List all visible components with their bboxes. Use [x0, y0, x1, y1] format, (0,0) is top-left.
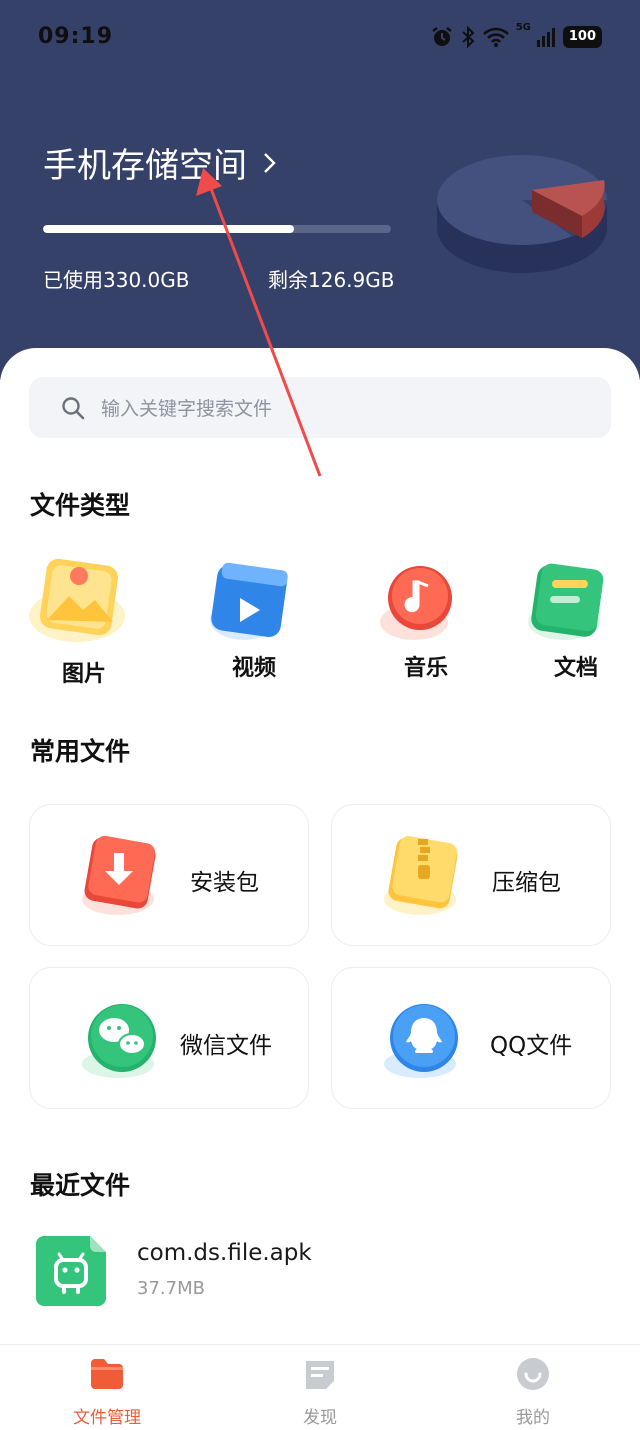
install-package-icon [82, 835, 156, 915]
network-type: 5G [515, 22, 531, 33]
card-label: 压缩包 [492, 870, 561, 896]
storage-title: 手机存储空间 [43, 146, 247, 186]
card-label: 微信文件 [180, 1033, 272, 1059]
wifi-icon [482, 27, 509, 47]
discover-icon [306, 1361, 334, 1389]
bluetooth-icon [462, 25, 475, 49]
storage-progress-bar [43, 225, 391, 233]
used-storage-text: 已使用330.0GB [43, 268, 190, 292]
status-bar: 09:19 5G 100 [0, 0, 640, 76]
storage-title-link[interactable]: 手机存储空间 [43, 138, 277, 187]
recent-file-size: 37.7MB [137, 1278, 205, 1299]
storage-progress-fill [43, 225, 294, 233]
bottom-tab-bar: 文件管理 发现 我的 [0, 1344, 640, 1430]
file-type-music[interactable]: 音乐 [372, 556, 482, 686]
file-type-label: 文档 [554, 656, 599, 681]
common-file-qq[interactable]: QQ文件 [331, 967, 611, 1109]
zip-archive-icon [384, 836, 458, 915]
folder-icon [91, 1359, 123, 1389]
file-type-label: 图片 [62, 662, 107, 687]
tab-file-manager[interactable]: 文件管理 [32, 1345, 182, 1430]
file-types-title: 文件类型 [30, 491, 131, 520]
file-type-documents[interactable]: 文档 [524, 556, 634, 686]
card-label: QQ文件 [490, 1033, 573, 1059]
tab-label: 我的 [516, 1408, 550, 1428]
profile-icon [517, 1358, 549, 1390]
common-files-title: 常用文件 [30, 737, 131, 766]
wechat-icon [82, 1004, 156, 1078]
search-input[interactable]: 输入关键字搜索文件 [29, 377, 611, 438]
free-storage-text: 剩余126.9GB [268, 268, 395, 292]
qq-icon [384, 1004, 458, 1078]
chevron-right-icon [264, 152, 276, 173]
file-type-videos[interactable]: 视频 [200, 556, 310, 686]
recent-file-name: com.ds.file.apk [137, 1240, 312, 1266]
file-type-label: 音乐 [404, 656, 449, 681]
file-type-images[interactable]: 图片 [22, 556, 132, 687]
alarm-icon [431, 27, 452, 46]
music-icon [380, 566, 452, 640]
video-icon [210, 562, 288, 640]
tab-discover[interactable]: 发现 [245, 1345, 395, 1430]
status-time: 09:19 [38, 24, 114, 49]
storage-pie-chart-icon [437, 155, 607, 273]
tab-label: 发现 [303, 1408, 337, 1428]
image-icon [29, 558, 125, 642]
common-file-install-package[interactable]: 安装包 [29, 804, 309, 946]
status-icons: 5G 100 [430, 22, 602, 52]
card-label: 安装包 [190, 870, 259, 896]
search-placeholder: 输入关键字搜索文件 [101, 398, 273, 420]
tab-profile[interactable]: 我的 [458, 1345, 608, 1430]
android-apk-icon [36, 1236, 106, 1306]
recent-file-item[interactable]: com.ds.file.apk 37.7MB [36, 1234, 606, 1314]
document-icon [528, 563, 604, 640]
file-type-label: 视频 [232, 656, 277, 681]
recent-files-title: 最近文件 [30, 1171, 131, 1200]
common-file-zip-archive[interactable]: 压缩包 [331, 804, 611, 946]
tab-label: 文件管理 [73, 1408, 141, 1428]
signal-icon [536, 28, 555, 47]
search-icon [62, 396, 85, 419]
common-file-wechat[interactable]: 微信文件 [29, 967, 309, 1109]
battery-indicator: 100 [562, 26, 602, 48]
